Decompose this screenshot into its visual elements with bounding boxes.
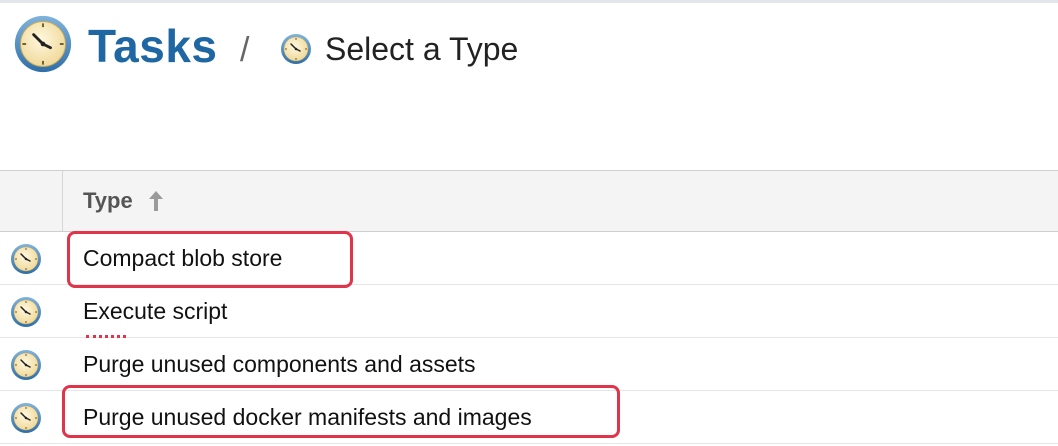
- task-type-label[interactable]: Purge unused docker manifests and images: [83, 404, 532, 431]
- clock-icon: [280, 33, 312, 65]
- icon-column-header: [0, 171, 63, 231]
- task-type-label[interactable]: Purge unused components and assets: [83, 351, 476, 378]
- clock-icon: [10, 243, 42, 275]
- task-type-label[interactable]: Execute script: [83, 298, 227, 325]
- breadcrumb-separator: /: [240, 31, 250, 69]
- dotted-underline: [86, 335, 126, 338]
- page-header: Tasks / Select a Type: [0, 3, 1058, 173]
- clock-icon: [10, 296, 42, 328]
- task-type-table: Type Compact blob store Execute script P…: [0, 170, 1058, 444]
- clock-icon: [10, 402, 42, 434]
- table-row[interactable]: Compact blob store: [0, 232, 1058, 285]
- arrow-up-icon[interactable]: [146, 189, 166, 213]
- table-row[interactable]: Execute script: [0, 285, 1058, 338]
- table-row[interactable]: Purge unused docker manifests and images: [0, 391, 1058, 444]
- page-title[interactable]: Tasks: [88, 19, 218, 73]
- clock-icon: [10, 349, 42, 381]
- task-type-label[interactable]: Compact blob store: [83, 245, 282, 272]
- breadcrumb-current: Select a Type: [325, 31, 519, 67]
- clock-icon: [13, 14, 73, 74]
- table-row[interactable]: Purge unused components and assets: [0, 338, 1058, 391]
- table-header: Type: [0, 170, 1058, 232]
- column-header-type[interactable]: Type: [83, 188, 133, 214]
